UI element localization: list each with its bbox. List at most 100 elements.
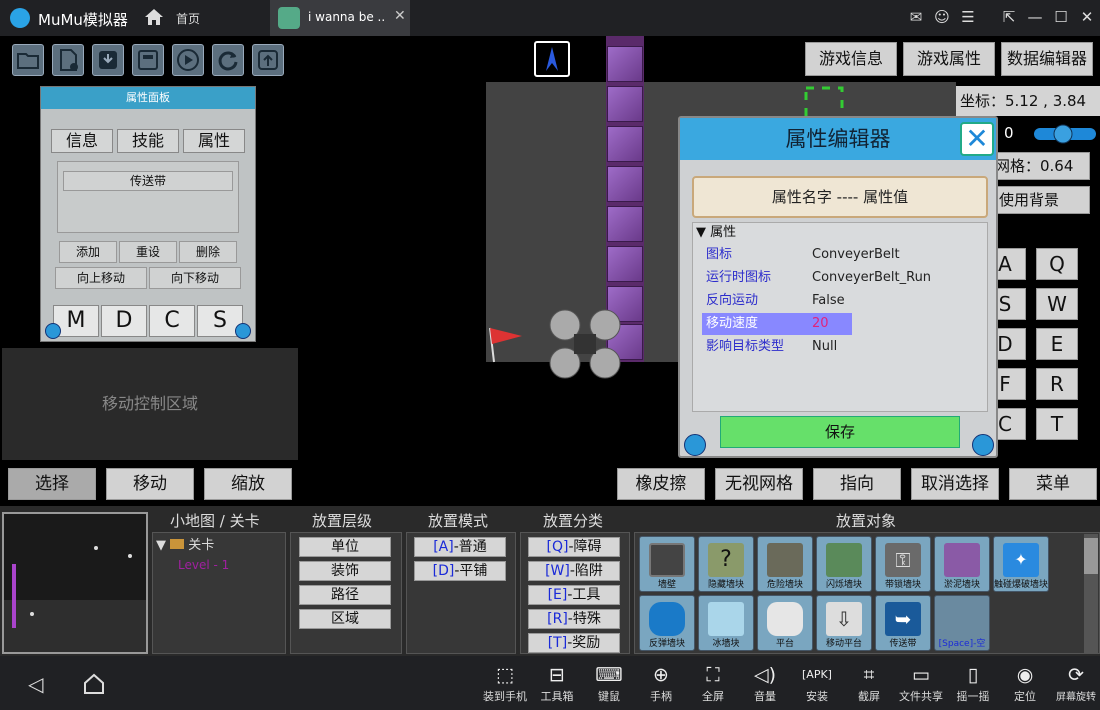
gamepad-icon[interactable]: ⊕ 手柄 <box>639 662 683 706</box>
upload-icon[interactable] <box>252 44 284 76</box>
file-share-icon[interactable]: ▭ 文件共享 <box>899 662 943 706</box>
maximize-icon[interactable]: ☐ <box>1052 8 1070 26</box>
open-folder-icon[interactable] <box>12 44 44 76</box>
tab-info[interactable]: 信息 <box>51 129 113 153</box>
list-item[interactable]: 传送带 <box>63 171 233 191</box>
object-flash-wall[interactable]: 闪烁墙块 <box>816 536 872 592</box>
object-conveyor-belt[interactable]: ➥ 传送带 <box>875 595 931 651</box>
dialog-close-icon[interactable]: ✕ <box>960 122 994 156</box>
attribute-value[interactable]: False <box>812 290 845 312</box>
object-lock-wall[interactable]: ⚿ 带锁墙块 <box>875 536 931 592</box>
key-w[interactable]: W <box>1036 288 1078 320</box>
object-empty[interactable]: [Space]-空 <box>934 595 990 651</box>
screen-rotate-icon[interactable]: ⟳ 屏幕旋转 <box>1053 662 1099 706</box>
game-attribute-button[interactable]: 游戏属性 <box>903 42 995 76</box>
eraser-button[interactable]: 橡皮擦 <box>617 468 705 500</box>
direction-pad-icon[interactable] <box>546 308 626 382</box>
layer-decoration[interactable]: 装饰 <box>299 561 391 581</box>
toolbox-icon[interactable]: ⊟ 工具箱 <box>535 662 579 706</box>
minimap[interactable] <box>2 512 148 654</box>
layer-region[interactable]: 区域 <box>299 609 391 629</box>
objects-scrollbar[interactable] <box>1084 534 1098 654</box>
zoom-slider[interactable] <box>1030 124 1100 144</box>
key-e[interactable]: E <box>1036 328 1078 360</box>
attribute-name-selected[interactable]: 移动速度 <box>702 313 852 335</box>
screenshot-icon[interactable]: ⇱ <box>1000 8 1018 26</box>
close-icon[interactable]: ✕ <box>1078 8 1096 26</box>
mode-normal[interactable]: [A]-普通 <box>414 537 506 557</box>
deselect-button[interactable]: 取消选择 <box>911 468 999 500</box>
play-icon[interactable] <box>172 44 204 76</box>
game-info-button[interactable]: 游戏信息 <box>805 42 897 76</box>
save-button[interactable]: 保存 <box>720 416 960 448</box>
player-icon[interactable] <box>534 41 570 77</box>
object-hidden-wall[interactable]: ? 隐藏墙块 <box>698 536 754 592</box>
move-up-button[interactable]: 向上移动 <box>55 267 147 289</box>
android-home-icon[interactable] <box>82 672 106 696</box>
key-t[interactable]: T <box>1036 408 1078 440</box>
object-danger-wall[interactable]: 危险墙块 <box>757 536 813 592</box>
category-reward[interactable]: [T]-奖励 <box>528 633 620 653</box>
object-bounce-wall[interactable]: 反弹墙块 <box>639 595 695 651</box>
mode-tile[interactable]: [D]-平铺 <box>414 561 506 581</box>
tab-attribute[interactable]: 属性 <box>183 129 245 153</box>
menu-button[interactable]: 菜单 <box>1009 468 1097 500</box>
layer-unit[interactable]: 单位 <box>299 537 391 557</box>
save-disk-icon[interactable] <box>132 44 164 76</box>
zoom-button[interactable]: 缩放 <box>204 468 292 500</box>
tree-folder[interactable]: ▼ 关卡 <box>156 534 214 553</box>
category-trap[interactable]: [W]-陷阱 <box>528 561 620 581</box>
refresh-icon[interactable] <box>212 44 244 76</box>
fullscreen-icon[interactable]: ⛶ 全屏 <box>691 662 735 706</box>
object-moving-platform[interactable]: ⇩ 移动平台 <box>816 595 872 651</box>
delete-button[interactable]: 删除 <box>179 241 237 263</box>
tab-home[interactable]: 首页 <box>176 10 200 27</box>
category-obstacle[interactable]: [Q]-障碍 <box>528 537 620 557</box>
back-icon[interactable]: ◁ <box>28 672 43 696</box>
d-button[interactable]: D <box>101 305 147 337</box>
attribute-group[interactable]: ▼ 属性 <box>696 222 736 244</box>
category-special[interactable]: [R]-特殊 <box>528 609 620 629</box>
mail-icon[interactable]: ✉ <box>907 8 925 26</box>
category-tool[interactable]: [E]-工具 <box>528 585 620 605</box>
resize-handle-left[interactable] <box>45 323 61 339</box>
data-editor-button[interactable]: 数据编辑器 <box>1001 42 1093 76</box>
c-button[interactable]: C <box>149 305 195 337</box>
add-button[interactable]: 添加 <box>59 241 117 263</box>
new-file-icon[interactable] <box>52 44 84 76</box>
install-to-phone-icon[interactable]: ⬚ 装到手机 <box>483 662 527 706</box>
tab-skill[interactable]: 技能 <box>117 129 179 153</box>
minimize-icon[interactable]: — <box>1026 8 1044 26</box>
download-icon[interactable] <box>92 44 124 76</box>
move-button[interactable]: 移动 <box>106 468 194 500</box>
point-button[interactable]: 指向 <box>813 468 901 500</box>
use-background-button[interactable]: 使用背景 <box>990 186 1090 214</box>
install-apk-icon[interactable]: [APK] 安装 <box>795 662 839 706</box>
attribute-value[interactable]: ConveyerBelt <box>812 244 900 266</box>
object-mud-wall[interactable]: 淤泥墙块 <box>934 536 990 592</box>
menu-icon[interactable]: ☰ <box>959 8 977 26</box>
move-control-area[interactable]: 移动控制区域 <box>2 348 298 460</box>
location-icon[interactable]: ◉ 定位 <box>1003 662 1047 706</box>
keyboard-mouse-icon[interactable]: ⌨ 键鼠 <box>587 662 631 706</box>
grid-size[interactable]: 网格：0.64 <box>990 152 1090 180</box>
dialog-handle-right[interactable] <box>972 434 994 456</box>
attribute-value[interactable]: ConveyerBelt_Run <box>812 267 931 289</box>
shake-icon[interactable]: ▯ 摇一摇 <box>951 662 995 706</box>
object-ice-wall[interactable]: 冰墙块 <box>698 595 754 651</box>
dialog-handle-left[interactable] <box>684 434 706 456</box>
key-q[interactable]: Q <box>1036 248 1078 280</box>
tab-close-icon[interactable]: ✕ <box>394 8 406 24</box>
resize-handle-right[interactable] <box>235 323 251 339</box>
ignore-grid-button[interactable]: 无视网格 <box>715 468 803 500</box>
attribute-value-selected[interactable]: 20 <box>812 313 829 335</box>
user-icon[interactable]: ☺ <box>933 8 951 26</box>
object-wall[interactable]: 墙壁 <box>639 536 695 592</box>
layer-path[interactable]: 路径 <box>299 585 391 605</box>
object-burst-wall[interactable]: ✦ 触碰爆破墙块 <box>993 536 1049 592</box>
select-button[interactable]: 选择 <box>8 468 96 500</box>
reset-button[interactable]: 重设 <box>119 241 177 263</box>
crop-screenshot-icon[interactable]: ⌗ 截屏 <box>847 662 891 706</box>
home-icon[interactable] <box>144 7 164 27</box>
volume-icon[interactable]: ◁) 音量 <box>743 662 787 706</box>
